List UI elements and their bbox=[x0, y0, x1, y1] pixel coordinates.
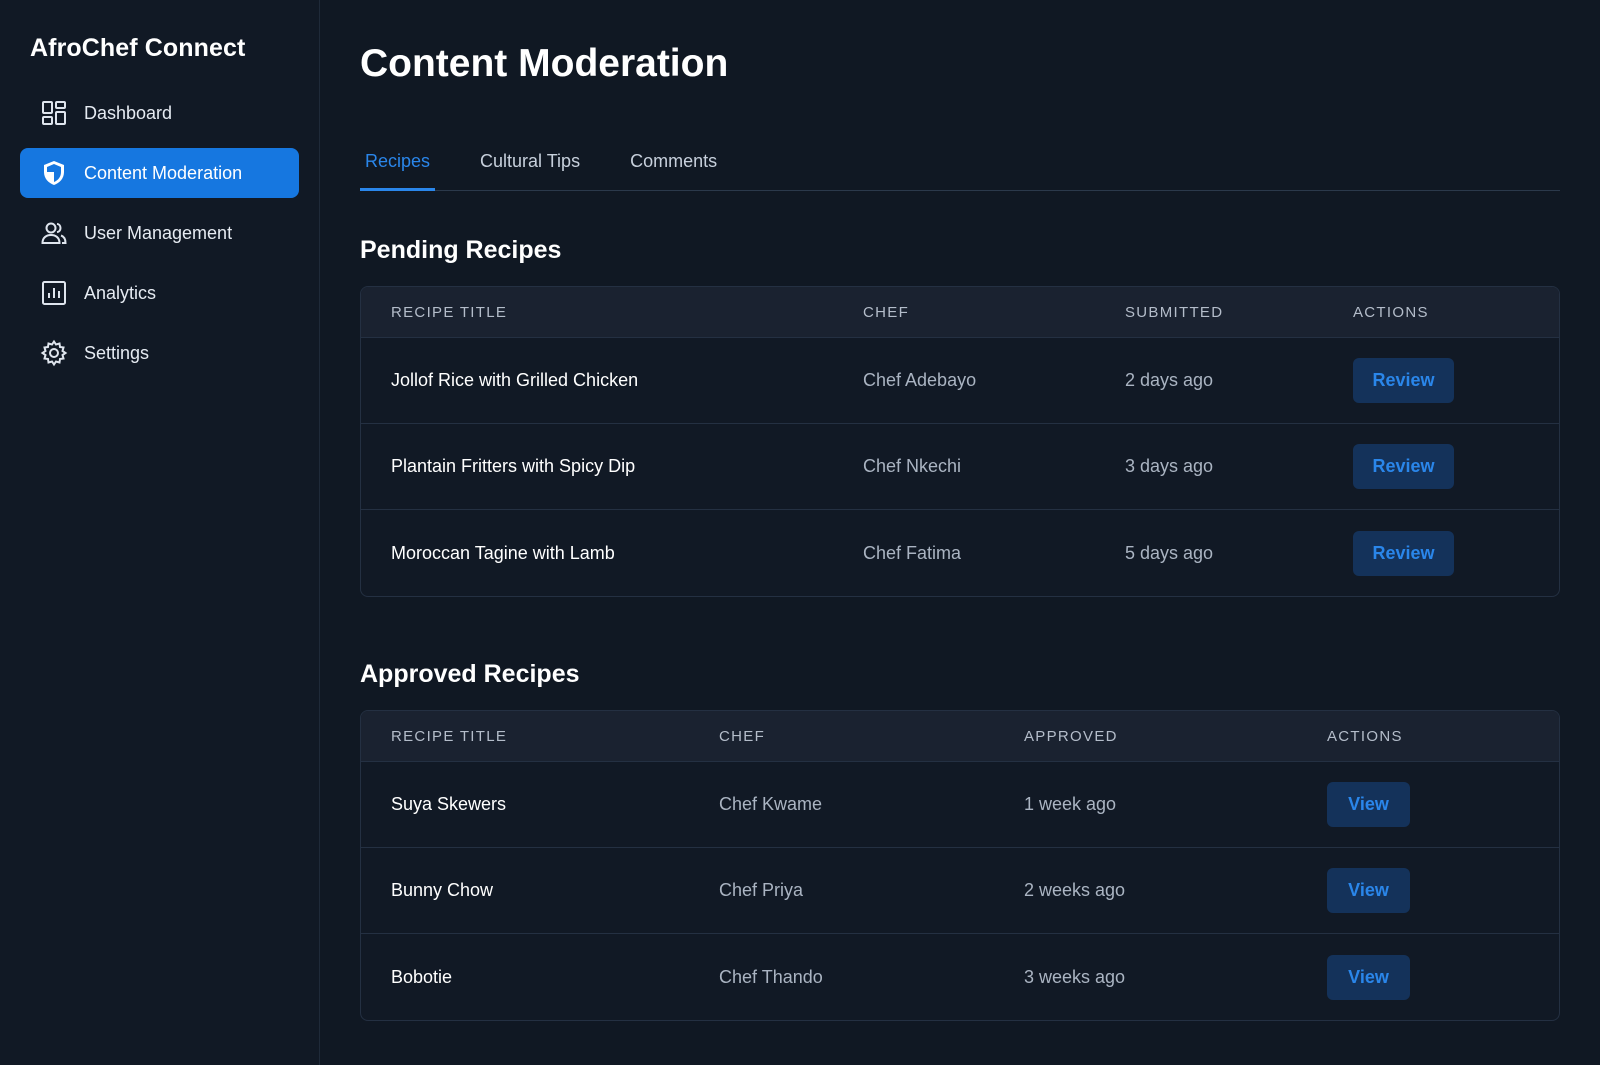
sidebar-item-label: Settings bbox=[84, 342, 150, 363]
sidebar-item-label: Analytics bbox=[84, 282, 157, 303]
chef-name: Chef Fatima bbox=[863, 542, 962, 563]
tab-recipes[interactable]: Recipes bbox=[360, 145, 436, 191]
view-button[interactable]: View bbox=[1327, 954, 1410, 1000]
pending-section-title: Pending Recipes bbox=[360, 236, 562, 264]
shield-icon bbox=[40, 159, 68, 187]
column-header-actions: ACTIONS bbox=[1327, 727, 1403, 745]
sidebar-item-label: User Management bbox=[84, 222, 233, 243]
sidebar: AfroChef Connect Dashboard Content Moder… bbox=[0, 0, 320, 1065]
column-header-submitted: SUBMITTED bbox=[1125, 303, 1224, 321]
table-row: Plantain Fritters with Spicy Dip Chef Nk… bbox=[361, 424, 1559, 510]
sidebar-item-settings[interactable]: Settings bbox=[20, 328, 299, 378]
approved-time: 1 week ago bbox=[1024, 794, 1117, 814]
recipe-title: Bunny Chow bbox=[391, 880, 494, 900]
sidebar-item-label: Dashboard bbox=[84, 102, 173, 123]
table-row: Bobotie Chef Thando 3 weeks ago View bbox=[361, 934, 1559, 1020]
page-title: Content Moderation bbox=[360, 42, 729, 85]
analytics-icon bbox=[40, 279, 68, 307]
table-header: RECIPE TITLE CHEF SUBMITTED ACTIONS bbox=[361, 287, 1559, 338]
dashboard-icon bbox=[40, 99, 68, 127]
tab-cultural-tips[interactable]: Cultural Tips bbox=[475, 145, 585, 191]
recipe-title: Bobotie bbox=[391, 966, 453, 987]
table-row: Suya Skewers Chef Kwame 1 week ago View bbox=[361, 762, 1559, 848]
table-header: RECIPE TITLE CHEF APPROVED ACTIONS bbox=[361, 711, 1559, 762]
submitted-time: 2 days ago bbox=[1125, 370, 1214, 390]
sidebar-item-user-management[interactable]: User Management bbox=[20, 208, 299, 258]
chef-name: Chef Nkechi bbox=[863, 456, 962, 476]
table-row: Jollof Rice with Grilled Chicken Chef Ad… bbox=[361, 338, 1559, 424]
users-icon bbox=[40, 219, 68, 247]
chef-name: Chef Adebayo bbox=[863, 370, 977, 390]
table-row: Moroccan Tagine with Lamb Chef Fatima 5 … bbox=[361, 510, 1559, 596]
gear-icon bbox=[40, 339, 68, 367]
approved-time: 2 weeks ago bbox=[1024, 880, 1126, 900]
review-button[interactable]: Review bbox=[1353, 530, 1454, 576]
column-header-recipe-title: RECIPE TITLE bbox=[391, 727, 508, 745]
approved-recipes-table: RECIPE TITLE CHEF APPROVED ACTIONS Suya … bbox=[360, 710, 1560, 1021]
app-brand: AfroChef Connect bbox=[30, 34, 246, 62]
column-header-chef: CHEF bbox=[719, 727, 766, 745]
sidebar-item-analytics[interactable]: Analytics bbox=[20, 268, 299, 318]
main-content: Content Moderation Recipes Cultural Tips… bbox=[320, 0, 1600, 1065]
recipe-title: Moroccan Tagine with Lamb bbox=[391, 542, 615, 563]
tab-bar: Recipes Cultural Tips Comments bbox=[360, 145, 1560, 191]
pending-recipes-table: RECIPE TITLE CHEF SUBMITTED ACTIONS Joll… bbox=[360, 286, 1560, 597]
view-button[interactable]: View bbox=[1327, 782, 1410, 827]
recipe-title: Suya Skewers bbox=[391, 794, 507, 814]
sidebar-nav: Dashboard Content Moderation User Manage… bbox=[20, 88, 299, 378]
column-header-chef: CHEF bbox=[863, 303, 910, 321]
sidebar-item-dashboard[interactable]: Dashboard bbox=[20, 88, 299, 138]
tab-comments[interactable]: Comments bbox=[625, 145, 722, 191]
approved-section-title: Approved Recipes bbox=[360, 660, 580, 688]
view-button[interactable]: View bbox=[1327, 868, 1410, 913]
sidebar-item-label: Content Moderation bbox=[84, 162, 243, 183]
submitted-time: 3 days ago bbox=[1125, 456, 1214, 476]
table-row: Bunny Chow Chef Priya 2 weeks ago View bbox=[361, 848, 1559, 934]
chef-name: Chef Priya bbox=[719, 880, 804, 900]
chef-name: Chef Kwame bbox=[719, 794, 823, 814]
review-button[interactable]: Review bbox=[1353, 444, 1454, 489]
recipe-title: Plantain Fritters with Spicy Dip bbox=[391, 456, 636, 476]
review-button[interactable]: Review bbox=[1353, 358, 1454, 403]
recipe-title: Jollof Rice with Grilled Chicken bbox=[391, 370, 639, 390]
submitted-time: 5 days ago bbox=[1125, 542, 1214, 563]
column-header-approved: APPROVED bbox=[1024, 727, 1118, 745]
column-header-recipe-title: RECIPE TITLE bbox=[391, 303, 508, 321]
app-root: AfroChef Connect Dashboard Content Moder… bbox=[0, 0, 1600, 1065]
approved-time: 3 weeks ago bbox=[1024, 966, 1126, 987]
chef-name: Chef Thando bbox=[719, 966, 823, 987]
column-header-actions: ACTIONS bbox=[1353, 303, 1429, 321]
sidebar-item-content-moderation[interactable]: Content Moderation bbox=[20, 148, 299, 198]
